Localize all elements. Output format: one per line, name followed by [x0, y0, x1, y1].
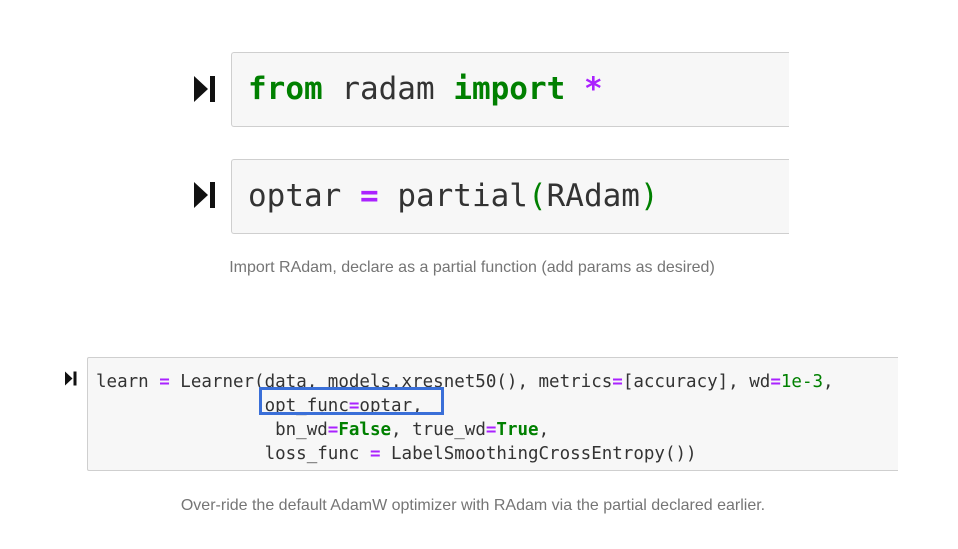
- code-token: ,: [823, 372, 834, 392]
- keyword-from: from: [248, 71, 323, 107]
- number-literal: 1e-3: [780, 372, 824, 392]
- code-token: radam: [322, 71, 454, 107]
- keyword-import: import: [453, 71, 566, 107]
- code-cell-import[interactable]: from radam import *: [231, 52, 789, 127]
- code-token: learn: [96, 372, 160, 392]
- code-line: from radam import *: [248, 71, 603, 107]
- code-line: loss_func = LabelSmoothingCrossEntropy()…: [96, 442, 834, 466]
- code-token: [accuracy], wd: [622, 372, 771, 392]
- run-cell-icon[interactable]: [65, 371, 77, 386]
- operator-equals: =: [485, 420, 497, 440]
- operator-equals: =: [770, 372, 781, 392]
- paren-open: (: [527, 178, 547, 214]
- run-cell-icon[interactable]: [194, 181, 216, 209]
- code-token: RAdam: [546, 178, 640, 214]
- code-line: learn = Learner(data, models.xresnet50()…: [96, 370, 834, 394]
- operator-star: *: [583, 71, 603, 107]
- code-token: loss_func: [96, 444, 370, 464]
- code-line: opt_func=optar,: [96, 394, 834, 418]
- caption-override: Over-ride the default AdamW optimizer wi…: [180, 497, 766, 514]
- code-token: bn_wd: [96, 420, 328, 440]
- keyword-false: False: [338, 420, 392, 440]
- code-block: learn = Learner(data, models.xresnet50()…: [96, 370, 834, 466]
- code-token: ,: [538, 420, 550, 440]
- code-token: , true_wd: [391, 420, 486, 440]
- operator-equals: =: [369, 444, 381, 464]
- highlight-box-opt-func: [259, 387, 444, 415]
- code-token: optar: [248, 178, 360, 214]
- keyword-true: True: [496, 420, 539, 440]
- caption-import: Import RAdam, declare as a partial funct…: [229, 259, 715, 276]
- code-token: LabelSmoothingCrossEntropy()): [380, 444, 697, 464]
- paren-close: ): [639, 178, 659, 214]
- code-line: bn_wd=False, true_wd=True,: [96, 418, 834, 442]
- operator-equals: =: [327, 420, 339, 440]
- code-token: partial: [378, 178, 528, 214]
- run-cell-icon[interactable]: [194, 75, 216, 103]
- operator-equals: =: [159, 372, 170, 392]
- code-cell-learner[interactable]: learn = Learner(data, models.xresnet50()…: [87, 357, 898, 471]
- code-cell-partial[interactable]: optar = partial(RAdam): [231, 159, 789, 234]
- code-line: optar = partial(RAdam): [248, 178, 659, 214]
- operator-equals: =: [612, 372, 623, 392]
- operator-equals: =: [359, 178, 379, 214]
